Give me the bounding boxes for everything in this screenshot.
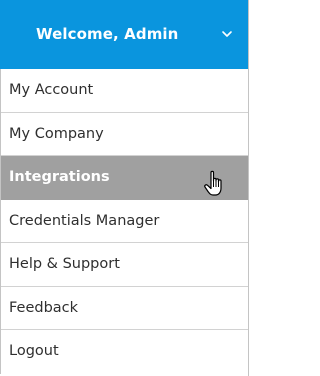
menu-item-credentials-manager[interactable]: Credentials Manager xyxy=(1,200,248,243)
menu-item-feedback[interactable]: Feedback xyxy=(1,287,248,330)
menu-item-my-company[interactable]: My Company xyxy=(1,113,248,156)
menu-item-label: My Account xyxy=(9,82,94,98)
menu-item-label: Integrations xyxy=(9,169,110,185)
menu-item-list: My Account My Company Integrations Crede… xyxy=(0,69,248,374)
welcome-title: Welcome, Admin xyxy=(36,25,179,43)
chevron-down-icon[interactable] xyxy=(221,28,233,40)
menu-item-help-support[interactable]: Help & Support xyxy=(1,243,248,287)
menu-item-logout[interactable]: Logout xyxy=(1,330,248,374)
menu-item-my-account[interactable]: My Account xyxy=(1,69,248,113)
user-menu-header[interactable]: Welcome, Admin xyxy=(0,0,248,69)
user-dropdown-menu: Welcome, Admin My Account My Company Int… xyxy=(0,0,249,376)
menu-item-label: Help & Support xyxy=(9,256,120,272)
menu-item-label: Feedback xyxy=(9,299,79,316)
menu-item-integrations[interactable]: Integrations xyxy=(1,156,248,200)
menu-item-label: My Company xyxy=(9,125,104,142)
menu-item-label: Logout xyxy=(9,343,59,359)
menu-item-label: Credentials Manager xyxy=(9,212,160,229)
